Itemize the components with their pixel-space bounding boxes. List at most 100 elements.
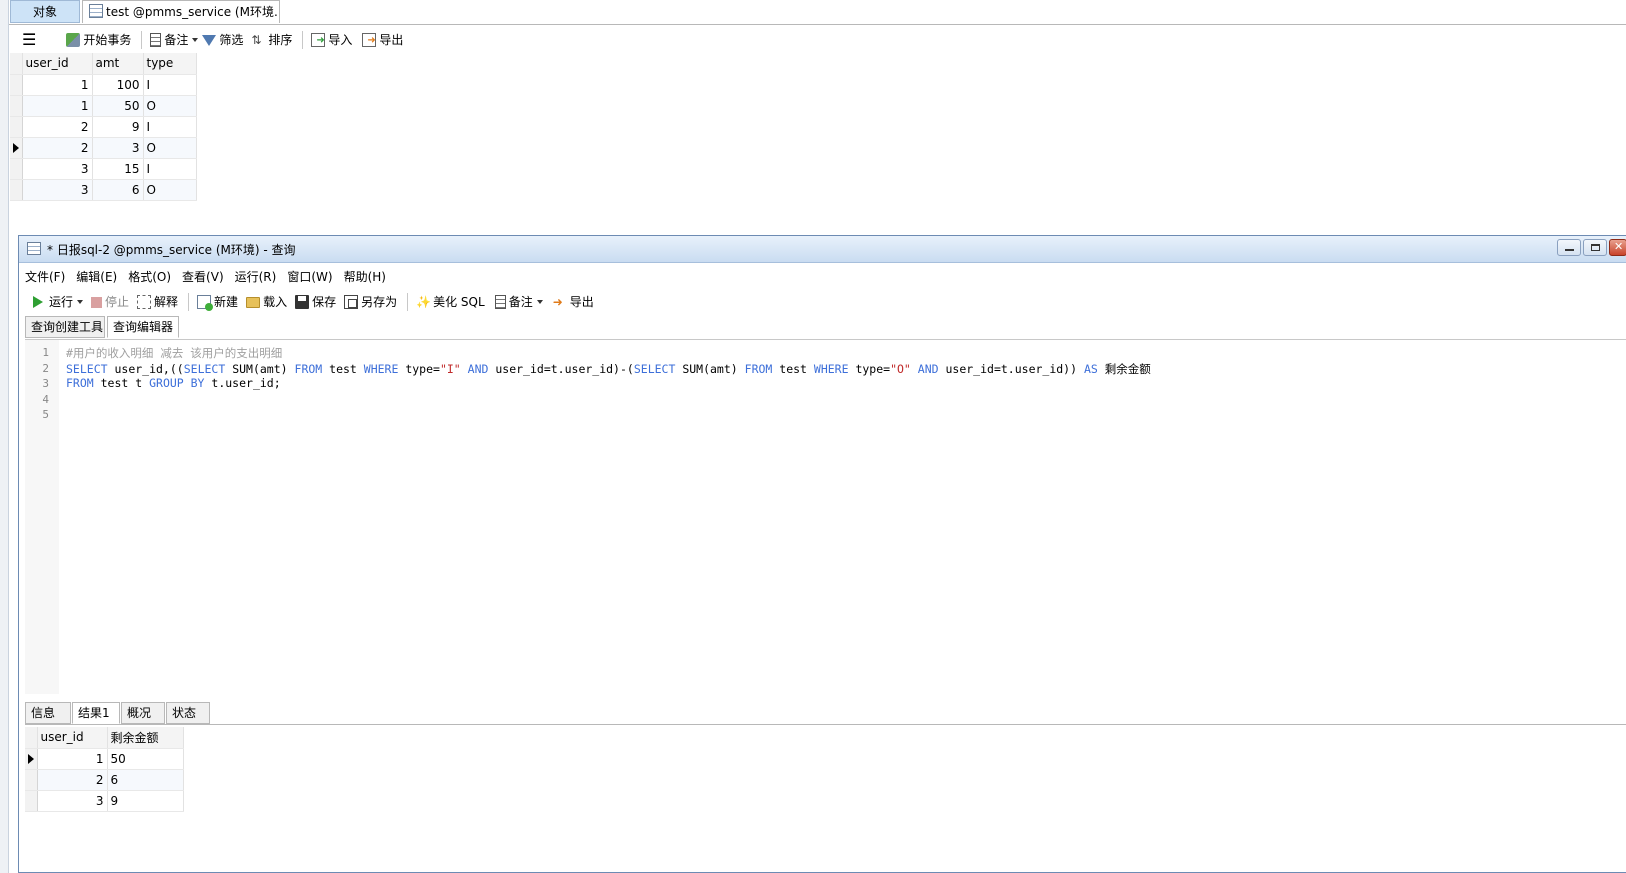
column-header-type[interactable]: type — [143, 53, 197, 75]
cell-remaining-amount[interactable]: 6 — [107, 769, 184, 791]
save-as-button[interactable]: 另存为 — [344, 290, 397, 314]
tab-table-test[interactable]: test @pmms_service (M环境... — [82, 0, 280, 23]
row-header[interactable] — [10, 158, 23, 180]
filter-icon — [202, 34, 217, 46]
row-header-corner — [10, 53, 23, 75]
cell-user-id[interactable]: 2 — [22, 116, 93, 138]
cell-type[interactable]: I — [143, 116, 197, 138]
row-header-corner — [25, 727, 38, 749]
cell-type[interactable]: O — [143, 179, 197, 201]
row-header[interactable] — [25, 790, 38, 812]
sql-keyword: FROM — [744, 362, 773, 376]
stop-button[interactable]: 停止 — [91, 290, 129, 314]
cell-remaining-amount[interactable]: 50 — [107, 748, 184, 770]
memo-button[interactable]: 备注 — [150, 28, 199, 52]
sql-editor[interactable]: 1 2 3 4 5 #用户的收入明细 减去 该用户的支出明细 SELECT us… — [25, 339, 1626, 694]
table-row[interactable]: 1 100 I — [10, 74, 197, 96]
cell-type[interactable]: I — [143, 74, 197, 96]
cell-user-id[interactable]: 1 — [22, 74, 93, 96]
memo-button[interactable]: 备注 — [494, 290, 543, 314]
tab-info[interactable]: 信息 — [25, 702, 71, 724]
sql-text: test t — [93, 376, 150, 390]
cell-user-id[interactable]: 1 — [22, 95, 93, 117]
row-header[interactable] — [10, 74, 23, 96]
tab-profile[interactable]: 概况 — [121, 702, 165, 724]
tab-objects[interactable]: 对象 — [10, 0, 80, 23]
cell-user-id[interactable]: 2 — [37, 769, 108, 791]
stop-label: 停止 — [105, 295, 130, 309]
load-button[interactable]: 载入 — [246, 290, 287, 314]
run-button[interactable]: 运行 — [33, 290, 84, 314]
export-button[interactable]: ➜ 导出 — [553, 290, 594, 314]
run-label: 运行 — [49, 295, 74, 309]
minimize-button[interactable] — [1557, 239, 1581, 256]
magic-wand-icon: ✨ — [416, 295, 432, 309]
sql-keyword: AND — [917, 362, 939, 376]
explain-button[interactable]: 解释 — [137, 290, 178, 314]
cell-type[interactable]: I — [143, 158, 197, 180]
cell-user-id[interactable]: 3 — [22, 179, 93, 201]
code-line-select: SELECT user_id,((SELECT SUM(amt) FROM te… — [66, 361, 1151, 377]
column-header-user-id[interactable]: user_id — [37, 727, 108, 749]
row-header[interactable] — [10, 95, 23, 117]
cell-amt[interactable]: 9 — [92, 116, 144, 138]
column-header-user-id[interactable]: user_id — [22, 53, 93, 75]
table-row[interactable]: 3 15 I — [10, 158, 197, 180]
table-row[interactable]: 2 6 — [25, 769, 184, 791]
table-row[interactable]: 2 9 I — [10, 116, 197, 138]
tab-query-editor[interactable]: 查询编辑器 — [107, 316, 179, 338]
sql-keyword: WHERE — [813, 362, 849, 376]
tab-result-1[interactable]: 结果1 — [72, 702, 120, 724]
filter-button[interactable]: 筛选 — [202, 28, 243, 52]
row-header[interactable] — [10, 137, 23, 159]
toolbar-separator — [302, 31, 304, 49]
maximize-button[interactable] — [1583, 239, 1607, 256]
cell-amt[interactable]: 3 — [92, 137, 144, 159]
column-header-remaining-amount[interactable]: 剩余金额 — [107, 727, 184, 749]
cell-remaining-amount[interactable]: 9 — [107, 790, 184, 812]
cell-user-id[interactable]: 3 — [37, 790, 108, 812]
cell-amt[interactable]: 50 — [92, 95, 144, 117]
menu-help[interactable]: 帮助(H) — [344, 268, 386, 285]
menu-button[interactable]: ☰ — [22, 28, 36, 52]
cell-amt[interactable]: 6 — [92, 179, 144, 201]
table-row[interactable]: 2 3 O — [10, 137, 197, 159]
menu-edit[interactable]: 编辑(E) — [76, 268, 117, 285]
column-header-amt[interactable]: amt — [92, 53, 144, 75]
play-icon — [33, 296, 43, 308]
menu-view[interactable]: 查看(V) — [182, 268, 224, 285]
import-icon: ➜ — [311, 33, 326, 47]
menu-format[interactable]: 格式(O) — [128, 268, 171, 285]
row-header[interactable] — [25, 748, 38, 770]
table-row[interactable]: 3 9 — [25, 790, 184, 812]
table-row[interactable]: 3 6 O — [10, 179, 197, 201]
menu-run[interactable]: 运行(R) — [235, 268, 277, 285]
cell-user-id[interactable]: 1 — [37, 748, 108, 770]
menu-file[interactable]: 文件(F) — [25, 268, 65, 285]
sort-button[interactable]: ⇅ 排序 — [251, 28, 292, 52]
tab-status[interactable]: 状态 — [166, 702, 210, 724]
cell-amt[interactable]: 100 — [92, 74, 144, 96]
begin-transaction-button[interactable]: 开始事务 — [66, 28, 131, 52]
sql-string: "O" — [890, 362, 911, 376]
row-header[interactable] — [10, 179, 23, 201]
import-button[interactable]: ➜ 导入 — [311, 28, 352, 52]
table-row[interactable]: 1 50 — [25, 748, 184, 770]
export-button[interactable]: ➜ 导出 — [362, 28, 403, 52]
close-button[interactable]: ✕ — [1609, 239, 1626, 256]
cell-type[interactable]: O — [143, 95, 197, 117]
tab-query-builder[interactable]: 查询创建工具 — [25, 316, 105, 338]
new-button[interactable]: 新建 — [197, 290, 238, 314]
table-row[interactable]: 1 50 O — [10, 95, 197, 117]
beautify-sql-button[interactable]: ✨ 美化 SQL — [416, 290, 485, 314]
cell-user-id[interactable]: 2 — [22, 137, 93, 159]
menu-window[interactable]: 窗口(W) — [287, 268, 332, 285]
memo-icon — [494, 295, 506, 309]
cell-user-id[interactable]: 3 — [22, 158, 93, 180]
cell-amt[interactable]: 15 — [92, 158, 144, 180]
row-header[interactable] — [10, 116, 23, 138]
row-header[interactable] — [25, 769, 38, 791]
cell-type[interactable]: O — [143, 137, 197, 159]
result-tabs: 信息 结果1 概况 状态 — [25, 702, 1626, 725]
save-button[interactable]: 保存 — [295, 290, 336, 314]
